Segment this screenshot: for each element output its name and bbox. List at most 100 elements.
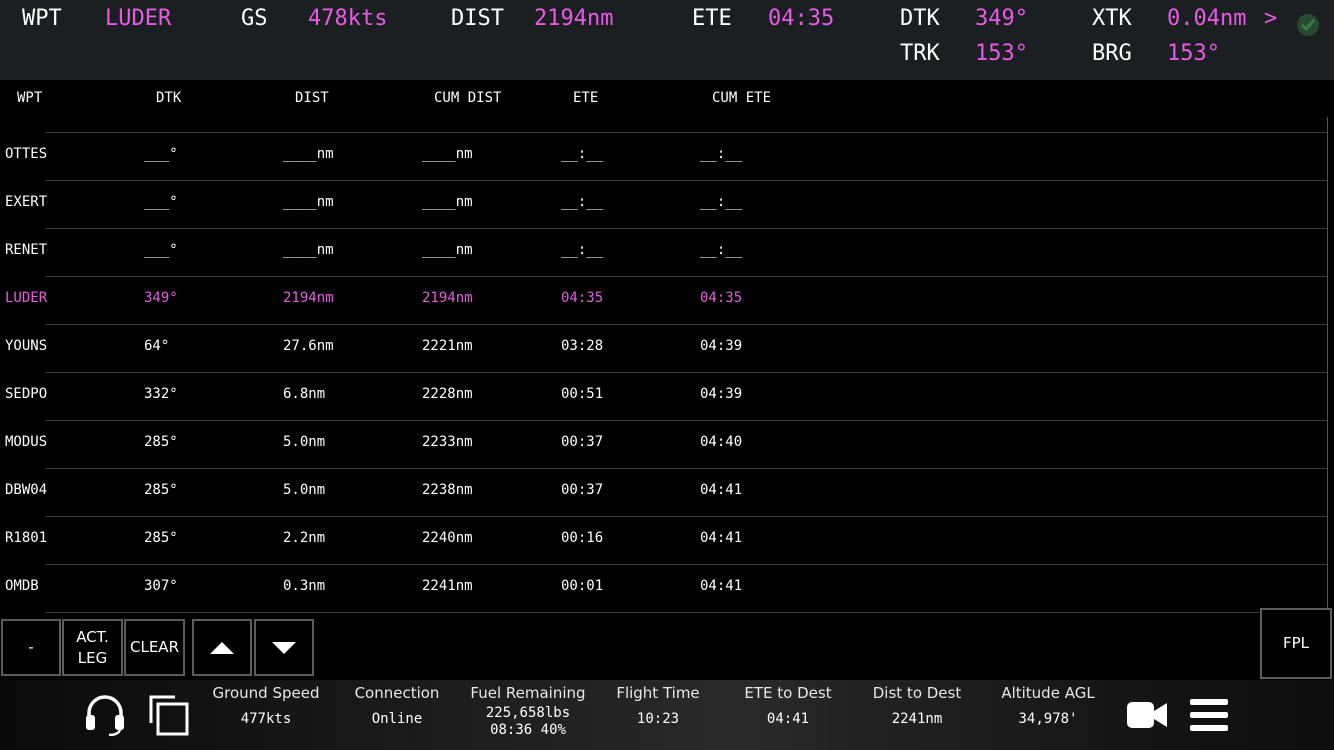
headset-icon[interactable]: [84, 692, 126, 736]
cell-cum-ete: 04:41: [700, 482, 743, 498]
cell-cum-dist: 2194nm: [422, 290, 473, 306]
flight-time-label: Flight Time: [616, 684, 700, 702]
cell-dtk: ___°: [144, 242, 178, 258]
cell-cum-ete: __:__: [700, 194, 743, 210]
trk-value: 153°: [975, 41, 1028, 66]
fpl-label: FPL: [1282, 634, 1310, 652]
cell-cum-dist: ____nm: [422, 146, 473, 162]
connection-label: Connection: [354, 684, 440, 702]
ete-dest-label: ETE to Dest: [744, 684, 832, 702]
copy-windows-icon[interactable]: [147, 693, 191, 737]
header-cum-ete: CUM ETE: [712, 90, 772, 106]
ete-label: ETE: [692, 6, 732, 31]
cell-wpt: R1801: [5, 530, 48, 546]
table-row-active[interactable]: LUDER 349° 2194nm 2194nm 04:35 04:35: [0, 277, 1334, 325]
cell-cum-dist: 2241nm: [422, 578, 473, 594]
dist-dest-label: Dist to Dest: [872, 684, 962, 702]
ground-speed-label: Ground Speed: [212, 684, 320, 702]
clear-button[interactable]: CLEAR: [124, 619, 185, 676]
header-dist: DIST: [295, 90, 329, 106]
cell-dist: 2.2nm: [283, 530, 326, 546]
ete-value: 04:35: [768, 6, 835, 31]
cell-wpt: OMDB: [5, 578, 39, 594]
scroll-up-button[interactable]: [192, 619, 252, 676]
header-wpt: WPT: [17, 90, 43, 106]
cell-dtk: 285°: [144, 434, 178, 450]
xtk-label: XTK: [1092, 6, 1132, 31]
wpt-value: LUDER: [105, 6, 172, 31]
cell-dtk: 285°: [144, 482, 178, 498]
cell-ete: 00:16: [561, 530, 604, 546]
fpl-button[interactable]: FPL: [1260, 608, 1332, 679]
cell-ete: 04:35: [561, 290, 604, 306]
nav-data-bar: WPT LUDER GS 478kts DIST 2194nm ETE 04:3…: [0, 0, 1334, 80]
ete-dest-value: 04:41: [766, 711, 810, 727]
connection-value: Online: [371, 711, 423, 727]
cell-wpt: OTTES: [5, 146, 48, 162]
dist-value: 2194nm: [534, 6, 614, 31]
cell-cum-dist: 2240nm: [422, 530, 473, 546]
header-dtk: DTK: [156, 90, 182, 106]
check-circle-icon: [1297, 14, 1319, 36]
cell-dtk: 285°: [144, 530, 178, 546]
xtk-value: 0.04nm: [1167, 6, 1247, 31]
fuel-label: Fuel Remaining: [470, 684, 586, 702]
cell-dist: 5.0nm: [283, 434, 326, 450]
cell-ete: 00:37: [561, 482, 604, 498]
cell-dist: 5.0nm: [283, 482, 326, 498]
table-row[interactable]: OMDB 307° 0.3nm 2241nm 00:01 04:41: [0, 565, 1334, 613]
cell-dist: ____nm: [283, 146, 334, 162]
cell-wpt: DBW04: [5, 482, 48, 498]
act-leg-button[interactable]: ACT. LEG: [62, 619, 123, 676]
cell-cum-ete: 04:41: [700, 578, 743, 594]
table-row[interactable]: R1801 285° 2.2nm 2240nm 00:16 04:41: [0, 517, 1334, 565]
cell-dist: ____nm: [283, 242, 334, 258]
video-camera-icon[interactable]: [1126, 699, 1168, 731]
row-divider: [46, 612, 1328, 613]
dtk-label: DTK: [900, 6, 940, 31]
table-row[interactable]: OTTES ___° ____nm ____nm __:__ __:__: [0, 133, 1334, 181]
dtk-value: 349°: [975, 6, 1028, 31]
dist-dest-value: 2241nm: [891, 711, 943, 727]
minus-label: -: [28, 638, 34, 656]
cell-cum-ete: __:__: [700, 242, 743, 258]
xtk-direction-indicator: >: [1264, 6, 1278, 31]
cell-wpt: RENET: [5, 242, 48, 258]
cell-wpt: LUDER: [5, 290, 48, 306]
header-ete: ETE: [573, 90, 599, 106]
table-scrollbar[interactable]: [1327, 117, 1328, 610]
gs-value: 478kts: [308, 6, 388, 31]
ground-speed-value: 477kts: [240, 711, 292, 727]
cell-wpt: EXERT: [5, 194, 48, 210]
act-leg-label-line2: LEG: [77, 648, 108, 667]
caret-up-icon: [210, 641, 234, 654]
table-row[interactable]: DBW04 285° 5.0nm 2238nm 00:37 04:41: [0, 469, 1334, 517]
table-row[interactable]: YOUNS 64° 27.6nm 2221nm 03:28 04:39: [0, 325, 1334, 373]
cell-dtk: ___°: [144, 194, 178, 210]
cell-cum-ete: 04:39: [700, 338, 743, 354]
dist-label: DIST: [451, 6, 504, 31]
gs-label: GS: [241, 6, 268, 31]
dist-dest-stat: Dist to Dest 2241nm: [863, 684, 971, 728]
cell-wpt: SEDPO: [5, 386, 48, 402]
table-row[interactable]: MODUS 285° 5.0nm 2233nm 00:37 04:40: [0, 421, 1334, 469]
cell-dtk: ___°: [144, 146, 178, 162]
cell-dtk: 332°: [144, 386, 178, 402]
altitude-value: 34,978': [1018, 711, 1078, 727]
cell-wpt: MODUS: [5, 434, 48, 450]
flight-time-stat: Flight Time 10:23: [608, 684, 708, 728]
cell-ete: 00:01: [561, 578, 604, 594]
table-row[interactable]: EXERT ___° ____nm ____nm __:__ __:__: [0, 181, 1334, 229]
table-row[interactable]: RENET ___° ____nm ____nm __:__ __:__: [0, 229, 1334, 277]
cell-ete: __:__: [561, 194, 604, 210]
cell-dist: ____nm: [283, 194, 334, 210]
ground-speed-stat: Ground Speed 477kts: [205, 684, 327, 728]
menu-icon[interactable]: [1189, 697, 1229, 733]
table-row[interactable]: SEDPO 332° 6.8nm 2228nm 00:51 04:39: [0, 373, 1334, 421]
scroll-down-button[interactable]: [254, 619, 314, 676]
cell-cum-ete: __:__: [700, 146, 743, 162]
cell-cum-dist: 2221nm: [422, 338, 473, 354]
cell-ete: 03:28: [561, 338, 604, 354]
minus-button[interactable]: -: [1, 619, 61, 676]
act-leg-label-line1: ACT.: [76, 627, 109, 646]
